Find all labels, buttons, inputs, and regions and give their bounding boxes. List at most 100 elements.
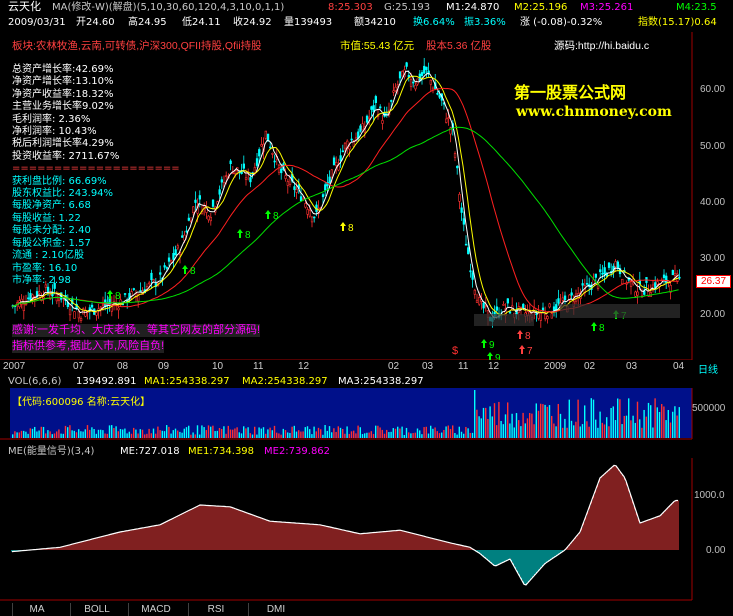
candle-body [306,209,309,215]
candle-body [348,145,351,150]
volume-bar [575,421,577,438]
volume-bar [210,426,212,438]
fund-item: 每股收益: 1.22 [12,212,81,224]
volume-bar [194,434,196,438]
candle-body [370,106,373,110]
sell-signal-icon: $ [452,345,458,357]
volume-bar [366,432,368,438]
volume-bar [399,428,401,438]
volume-bar [130,433,133,438]
candle-body [24,303,28,305]
candle-body [471,272,474,280]
volume-bar [185,427,188,438]
vol-title[interactable]: VOL(6,6,6) [8,376,61,388]
volume-bar [111,425,113,438]
volume-bar [84,429,86,438]
volume-bar [606,417,608,438]
volume-bar [53,433,56,438]
candle-body [436,92,439,95]
quote-change: 涨 (-0.08)-0.32% [520,17,603,28]
watermark-url: www.chnmoney.com [516,104,672,120]
volume-bar [139,429,141,438]
me-title[interactable]: ME(能量信号)(3,4) [8,446,94,458]
candle-body [220,179,224,183]
candle-body [414,84,417,90]
volume-bar [146,433,148,438]
tab-ma[interactable]: MA [12,603,61,616]
volume-bar [518,420,520,438]
volume-bar [313,426,315,438]
candle-body [330,169,334,178]
volume-bar [628,398,630,438]
volume-bar [661,404,663,438]
me-chart[interactable] [0,458,733,601]
volume-bar [414,432,416,438]
signal-label: 8 [190,266,196,277]
volume-bar [221,428,223,438]
date-label: 02 [388,361,400,372]
volume-bar [553,423,555,438]
tab-rsi[interactable]: RSI [188,603,243,616]
volume-bar [511,413,513,438]
volume-bar [25,431,27,438]
volume-bar [390,431,392,438]
indicator-name[interactable]: MA(修改-W)(解盘)(5,10,30,60,120,4,3,10,0,1,1… [52,2,284,14]
volume-bar [603,424,606,438]
candle-body [308,210,312,217]
candle-body [77,311,81,319]
signal-arrow-icon [237,229,243,238]
signal-arrow-icon [487,352,493,360]
volume-bar [256,434,258,438]
candle-body [293,186,296,190]
volume-bar [106,433,108,438]
quote-amount: 额34210 [354,17,396,28]
candle-body [313,216,316,219]
volume-bar [29,428,31,438]
tab-macd[interactable]: MACD [128,603,183,616]
volume-bar [493,403,496,438]
candle-body [123,293,127,295]
vol-code-label: 【代码:600096 名称:云天化】 [12,397,151,408]
candle-body [546,316,549,320]
fund-item: 每股公积金: 1.57 [12,237,91,249]
tab-boll[interactable]: BOLL [70,603,123,616]
source-link[interactable]: 源码:http://hi.baidu.c [554,40,649,53]
quote-date: 2009/03/31 [8,17,66,28]
candle-body [99,306,103,309]
volume-bar [577,399,579,438]
volume-chart[interactable] [0,388,733,440]
candle-body [425,66,428,70]
volume-bar [416,428,419,438]
volume-bar [531,413,533,438]
candle-body [361,123,364,131]
volume-bar [31,428,34,438]
volume-bar [456,434,458,438]
date-label: 03 [626,361,638,372]
tab-dmi[interactable]: DMI [248,603,303,616]
candle-body [478,297,481,305]
volume-bar [93,429,95,438]
volume-bar [412,433,414,438]
volume-bar [141,429,144,438]
volume-bar [674,406,676,438]
candle-body [550,313,554,319]
volume-bar [570,420,573,438]
volume-bar [678,407,680,438]
fund-item: 每股净资产: 6.68 [12,200,91,212]
candle-body [462,218,466,225]
volume-bar [284,430,287,438]
volume-bar [27,433,29,438]
volume-bar [278,433,280,438]
volume-bar [115,426,117,438]
volume-bar [348,433,350,438]
candle-body [57,298,61,301]
candle-body [405,62,408,67]
candle-body [460,207,463,213]
volume-bar [300,431,302,438]
me2-value: ME2:739.862 [264,446,331,457]
fund-item: 投资收益率: 2711.67% [12,150,120,162]
candle-body [31,294,34,298]
date-label: 02 [584,361,596,372]
volume-bar [665,420,667,438]
volume-bar [135,429,137,438]
